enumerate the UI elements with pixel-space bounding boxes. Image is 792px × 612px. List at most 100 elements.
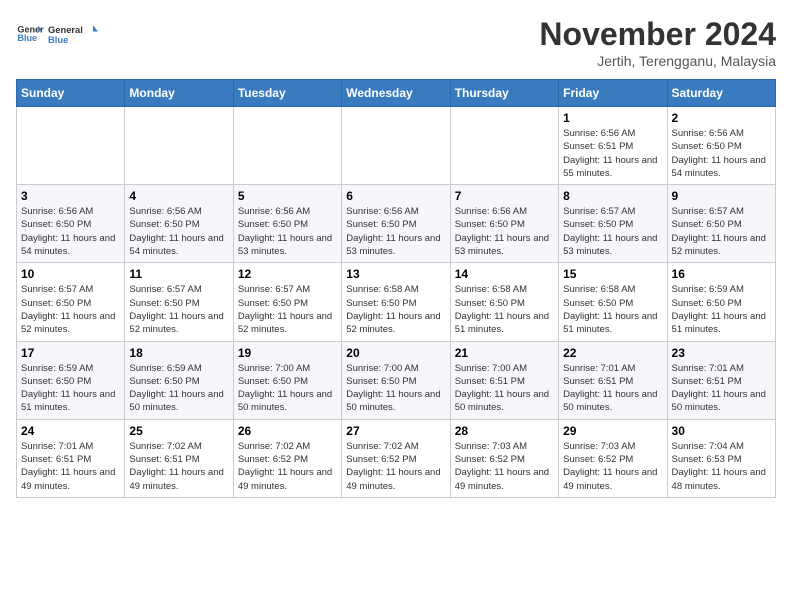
calendar-cell: 28Sunrise: 7:03 AM Sunset: 6:52 PM Dayli… (450, 419, 558, 497)
calendar-week-row: 3 Sunrise: 6:56 AM Sunset: 6:50 PM Daylig… (17, 185, 776, 263)
calendar-cell: 7Sunrise: 6:56 AM Sunset: 6:50 PM Daylig… (450, 185, 558, 263)
calendar-cell: 30Sunrise: 7:04 AM Sunset: 6:53 PM Dayli… (667, 419, 775, 497)
logo-icon: General Blue (16, 20, 44, 48)
day-info: Sunrise: 7:01 AM Sunset: 6:51 PM Dayligh… (563, 362, 662, 415)
calendar-cell: 16 Sunrise: 6:59 AM Sunset: 6:50 PM Dayli… (667, 263, 775, 341)
calendar-cell: 29Sunrise: 7:03 AM Sunset: 6:52 PM Dayli… (559, 419, 667, 497)
calendar-cell: 13Sunrise: 6:58 AM Sunset: 6:50 PM Dayli… (342, 263, 450, 341)
day-info: Sunrise: 7:03 AM Sunset: 6:52 PM Dayligh… (455, 440, 554, 493)
calendar-cell: 18 Sunrise: 6:59 AM Sunset: 6:50 PM Dayli… (125, 341, 233, 419)
day-info: Sunrise: 7:02 AM Sunset: 6:51 PM Dayligh… (129, 440, 228, 493)
day-info: Sunrise: 7:00 AM Sunset: 6:50 PM Dayligh… (238, 362, 337, 415)
day-info: Sunrise: 6:56 AM Sunset: 6:50 PM Dayligh… (21, 205, 120, 258)
calendar-cell: 5Sunrise: 6:56 AM Sunset: 6:50 PM Daylig… (233, 185, 341, 263)
weekday-header-cell: Monday (125, 80, 233, 107)
calendar-body: 1 Sunrise: 6:56 AM Sunset: 6:51 PM Daylig… (17, 107, 776, 498)
day-info: Sunrise: 6:57 AM Sunset: 6:50 PM Dayligh… (21, 283, 120, 336)
svg-text:Blue: Blue (48, 35, 68, 45)
day-number: 24 (21, 424, 120, 438)
calendar-cell: 8Sunrise: 6:57 AM Sunset: 6:50 PM Daylig… (559, 185, 667, 263)
day-info: Sunrise: 6:57 AM Sunset: 6:50 PM Dayligh… (238, 283, 337, 336)
day-info: Sunrise: 6:58 AM Sunset: 6:50 PM Dayligh… (563, 283, 662, 336)
logo-graphic: General Blue (48, 16, 98, 52)
calendar-cell (125, 107, 233, 185)
location: Jertih, Terengganu, Malaysia (539, 53, 776, 69)
day-info: Sunrise: 7:02 AM Sunset: 6:52 PM Dayligh… (346, 440, 445, 493)
weekday-header-cell: Sunday (17, 80, 125, 107)
day-number: 20 (346, 346, 445, 360)
calendar-cell (342, 107, 450, 185)
day-info: Sunrise: 7:00 AM Sunset: 6:50 PM Dayligh… (346, 362, 445, 415)
day-number: 1 (563, 111, 662, 125)
day-info: Sunrise: 6:57 AM Sunset: 6:50 PM Dayligh… (129, 283, 228, 336)
calendar-cell: 3 Sunrise: 6:56 AM Sunset: 6:50 PM Daylig… (17, 185, 125, 263)
calendar-cell: 25 Sunrise: 7:02 AM Sunset: 6:51 PM Dayli… (125, 419, 233, 497)
day-number: 9 (672, 189, 771, 203)
calendar-week-row: 1 Sunrise: 6:56 AM Sunset: 6:51 PM Daylig… (17, 107, 776, 185)
calendar-cell: 14 Sunrise: 6:58 AM Sunset: 6:50 PM Dayli… (450, 263, 558, 341)
day-number: 27 (346, 424, 445, 438)
day-number: 17 (21, 346, 120, 360)
day-number: 13 (346, 267, 445, 281)
day-info: Sunrise: 6:57 AM Sunset: 6:50 PM Dayligh… (672, 205, 771, 258)
calendar-cell: 6 Sunrise: 6:56 AM Sunset: 6:50 PM Daylig… (342, 185, 450, 263)
logo: General Blue General Blue (16, 16, 98, 52)
calendar-week-row: 17 Sunrise: 6:59 AM Sunset: 6:50 PM Dayli… (17, 341, 776, 419)
day-number: 25 (129, 424, 228, 438)
calendar-cell (233, 107, 341, 185)
calendar-cell: 22 Sunrise: 7:01 AM Sunset: 6:51 PM Dayli… (559, 341, 667, 419)
title-block: November 2024 Jertih, Terengganu, Malays… (539, 16, 776, 69)
calendar-cell: 15 Sunrise: 6:58 AM Sunset: 6:50 PM Dayli… (559, 263, 667, 341)
day-info: Sunrise: 6:58 AM Sunset: 6:50 PM Dayligh… (455, 283, 554, 336)
calendar-cell: 12 Sunrise: 6:57 AM Sunset: 6:50 PM Dayli… (233, 263, 341, 341)
day-info: Sunrise: 6:59 AM Sunset: 6:50 PM Dayligh… (672, 283, 771, 336)
weekday-header-row: SundayMondayTuesdayWednesdayThursdayFrid… (17, 80, 776, 107)
calendar-cell: 23 Sunrise: 7:01 AM Sunset: 6:51 PM Dayli… (667, 341, 775, 419)
month-title: November 2024 (539, 16, 776, 53)
day-number: 3 (21, 189, 120, 203)
day-info: Sunrise: 7:01 AM Sunset: 6:51 PM Dayligh… (21, 440, 120, 493)
day-number: 19 (238, 346, 337, 360)
day-info: Sunrise: 6:57 AM Sunset: 6:50 PM Dayligh… (563, 205, 662, 258)
day-number: 29 (563, 424, 662, 438)
calendar-cell: 17Sunrise: 6:59 AM Sunset: 6:50 PM Dayli… (17, 341, 125, 419)
day-info: Sunrise: 7:04 AM Sunset: 6:53 PM Dayligh… (672, 440, 771, 493)
day-number: 12 (238, 267, 337, 281)
weekday-header-cell: Thursday (450, 80, 558, 107)
calendar-cell: 26 Sunrise: 7:02 AM Sunset: 6:52 PM Dayli… (233, 419, 341, 497)
day-number: 26 (238, 424, 337, 438)
weekday-header-cell: Saturday (667, 80, 775, 107)
day-number: 15 (563, 267, 662, 281)
day-number: 18 (129, 346, 228, 360)
calendar-cell (17, 107, 125, 185)
calendar-cell: 20 Sunrise: 7:00 AM Sunset: 6:50 PM Dayli… (342, 341, 450, 419)
calendar-cell: 24 Sunrise: 7:01 AM Sunset: 6:51 PM Dayli… (17, 419, 125, 497)
day-number: 2 (672, 111, 771, 125)
calendar-cell: 10Sunrise: 6:57 AM Sunset: 6:50 PM Dayli… (17, 263, 125, 341)
calendar-cell: 21Sunrise: 7:00 AM Sunset: 6:51 PM Dayli… (450, 341, 558, 419)
calendar-cell (450, 107, 558, 185)
svg-text:General: General (48, 25, 83, 35)
day-info: Sunrise: 6:56 AM Sunset: 6:50 PM Dayligh… (346, 205, 445, 258)
weekday-header-cell: Wednesday (342, 80, 450, 107)
day-info: Sunrise: 7:02 AM Sunset: 6:52 PM Dayligh… (238, 440, 337, 493)
calendar-cell: 19 Sunrise: 7:00 AM Sunset: 6:50 PM Dayli… (233, 341, 341, 419)
day-info: Sunrise: 6:56 AM Sunset: 6:51 PM Dayligh… (563, 127, 662, 180)
day-number: 16 (672, 267, 771, 281)
day-number: 11 (129, 267, 228, 281)
day-number: 22 (563, 346, 662, 360)
day-info: Sunrise: 6:56 AM Sunset: 6:50 PM Dayligh… (238, 205, 337, 258)
day-number: 6 (346, 189, 445, 203)
weekday-header-cell: Friday (559, 80, 667, 107)
calendar-cell: 4Sunrise: 6:56 AM Sunset: 6:50 PM Daylig… (125, 185, 233, 263)
day-number: 14 (455, 267, 554, 281)
day-info: Sunrise: 6:59 AM Sunset: 6:50 PM Dayligh… (129, 362, 228, 415)
day-number: 4 (129, 189, 228, 203)
calendar-table: SundayMondayTuesdayWednesdayThursdayFrid… (16, 79, 776, 498)
day-number: 23 (672, 346, 771, 360)
page-header: General Blue General Blue November 2024 … (16, 16, 776, 69)
calendar-cell: 11 Sunrise: 6:57 AM Sunset: 6:50 PM Dayli… (125, 263, 233, 341)
calendar-cell: 9 Sunrise: 6:57 AM Sunset: 6:50 PM Daylig… (667, 185, 775, 263)
day-info: Sunrise: 7:01 AM Sunset: 6:51 PM Dayligh… (672, 362, 771, 415)
calendar-cell: 27 Sunrise: 7:02 AM Sunset: 6:52 PM Dayli… (342, 419, 450, 497)
